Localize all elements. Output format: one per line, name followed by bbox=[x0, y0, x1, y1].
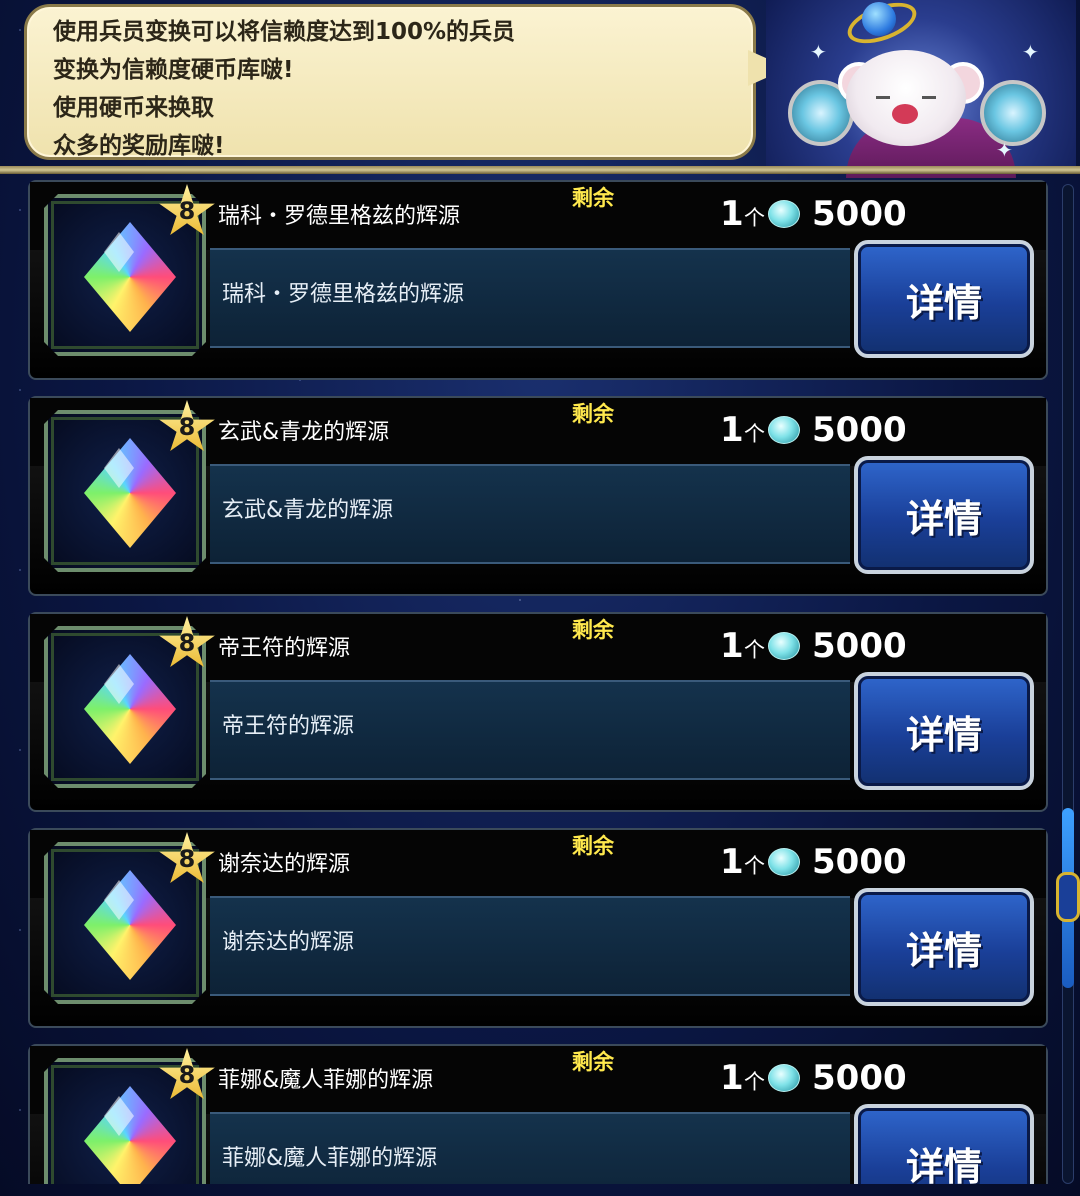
exchange-item: 8 菲娜&魔人菲娜的辉源 剩余 1 个 5000 菲娜&魔人菲娜的辉源 详情 bbox=[28, 1044, 1048, 1184]
speech-bubble: 使用兵员变换可以将信赖度达到100%的兵员 变换为信赖度硬币库啵! 使用硬币来换… bbox=[24, 4, 756, 160]
sparkle-icon: ✦ bbox=[810, 40, 827, 64]
item-description: 谢奈达的辉源 bbox=[222, 930, 355, 955]
crystal-icon bbox=[84, 222, 176, 332]
remain-label: 剩余 bbox=[572, 1050, 614, 1074]
item-quantity: 1 bbox=[720, 626, 744, 666]
detail-button-label: 详情 bbox=[905, 497, 982, 541]
item-name: 帝王符的辉源 bbox=[218, 636, 351, 661]
trust-coin-icon bbox=[768, 416, 800, 444]
item-price: 5000 bbox=[812, 194, 907, 234]
quantity-unit: 个 bbox=[744, 422, 765, 446]
scrollbar-grip[interactable] bbox=[1056, 872, 1080, 922]
detail-button-label: 详情 bbox=[905, 713, 982, 757]
item-description: 菲娜&魔人菲娜的辉源 bbox=[222, 1146, 438, 1171]
trust-coin-icon bbox=[768, 632, 800, 660]
moogle-mascot: ✦ ✦ ✦ bbox=[766, 0, 1076, 178]
scrollbar-track[interactable] bbox=[1062, 184, 1074, 1184]
item-description: 瑞科・罗德里格兹的辉源 bbox=[222, 282, 465, 307]
speech-text: 使用兵员变换可以将信赖度达到100%的兵员 变换为信赖度硬币库啵! 使用硬币来换… bbox=[53, 13, 515, 165]
detail-button[interactable]: 详情 bbox=[854, 1104, 1034, 1184]
crystal-icon bbox=[84, 1086, 176, 1184]
detail-button[interactable]: 详情 bbox=[854, 456, 1034, 574]
quantity-unit: 个 bbox=[744, 206, 765, 230]
item-name: 菲娜&魔人菲娜的辉源 bbox=[218, 1068, 434, 1093]
item-quantity: 1 bbox=[720, 194, 744, 234]
moogle-nose bbox=[892, 104, 918, 124]
item-description: 帝王符的辉源 bbox=[222, 714, 355, 739]
sparkle-icon: ✦ bbox=[996, 138, 1013, 162]
detail-button-label: 详情 bbox=[905, 929, 982, 973]
crystal-icon bbox=[84, 654, 176, 764]
detail-button-label: 详情 bbox=[905, 1145, 982, 1184]
detail-button[interactable]: 详情 bbox=[854, 672, 1034, 790]
moogle-eye bbox=[876, 96, 890, 99]
crystal-icon bbox=[84, 438, 176, 548]
item-description: 玄武&青龙的辉源 bbox=[222, 498, 394, 523]
trust-coin-icon bbox=[768, 200, 800, 228]
quantity-unit: 个 bbox=[744, 854, 765, 878]
quantity-unit: 个 bbox=[744, 1070, 765, 1094]
trust-coin-icon bbox=[768, 1064, 800, 1092]
remain-label: 剩余 bbox=[572, 618, 614, 642]
trust-coin-icon bbox=[768, 848, 800, 876]
rarity-number: 8 bbox=[178, 845, 196, 873]
sparkle-icon: ✦ bbox=[1022, 40, 1039, 64]
exchange-item: 8 谢奈达的辉源 剩余 1 个 5000 谢奈达的辉源 详情 bbox=[28, 828, 1048, 1028]
exchange-list[interactable]: 8 瑞科・罗德里格兹的辉源 剩余 1 个 5000 瑞科・罗德里格兹的辉源 详情… bbox=[28, 180, 1050, 1184]
moogle-pompom bbox=[862, 2, 896, 36]
rarity-number: 8 bbox=[178, 629, 196, 657]
item-price: 5000 bbox=[812, 410, 907, 450]
item-name: 瑞科・罗德里格兹的辉源 bbox=[218, 204, 461, 229]
item-price: 5000 bbox=[812, 626, 907, 666]
moogle-head bbox=[846, 50, 966, 146]
rarity-number: 8 bbox=[178, 1061, 196, 1089]
exchange-item: 8 玄武&青龙的辉源 剩余 1 个 5000 玄武&青龙的辉源 详情 bbox=[28, 396, 1048, 596]
rarity-number: 8 bbox=[178, 197, 196, 225]
exchange-item: 8 帝王符的辉源 剩余 1 个 5000 帝王符的辉源 详情 bbox=[28, 612, 1048, 812]
exchange-item: 8 瑞科・罗德里格兹的辉源 剩余 1 个 5000 瑞科・罗德里格兹的辉源 详情 bbox=[28, 180, 1048, 380]
detail-button[interactable]: 详情 bbox=[854, 888, 1034, 1006]
item-quantity: 1 bbox=[720, 410, 744, 450]
item-name: 谢奈达的辉源 bbox=[218, 852, 351, 877]
speech-line: 变换为信赖度硬币库啵! bbox=[53, 57, 294, 83]
crystal-icon bbox=[84, 870, 176, 980]
remain-label: 剩余 bbox=[572, 186, 614, 210]
trust-coin-icon bbox=[980, 80, 1046, 146]
quantity-unit: 个 bbox=[744, 638, 765, 662]
rarity-number: 8 bbox=[178, 413, 196, 441]
header-banner: 使用兵员变换可以将信赖度达到100%的兵员 变换为信赖度硬币库啵! 使用硬币来换… bbox=[0, 0, 1080, 178]
moogle-eye bbox=[922, 96, 936, 99]
item-name: 玄武&青龙的辉源 bbox=[218, 420, 390, 445]
speech-line: 众多的奖励库啵! bbox=[53, 133, 225, 159]
header-divider bbox=[0, 166, 1080, 174]
item-quantity: 1 bbox=[720, 1058, 744, 1098]
detail-button-label: 详情 bbox=[905, 281, 982, 325]
speech-line: 使用兵员变换可以将信赖度达到100%的兵员 bbox=[53, 19, 516, 45]
speech-line: 使用硬币来换取 bbox=[53, 95, 214, 121]
item-price: 5000 bbox=[812, 1058, 907, 1098]
item-price: 5000 bbox=[812, 842, 907, 882]
remain-label: 剩余 bbox=[572, 402, 614, 426]
remain-label: 剩余 bbox=[572, 834, 614, 858]
detail-button[interactable]: 详情 bbox=[854, 240, 1034, 358]
item-quantity: 1 bbox=[720, 842, 744, 882]
